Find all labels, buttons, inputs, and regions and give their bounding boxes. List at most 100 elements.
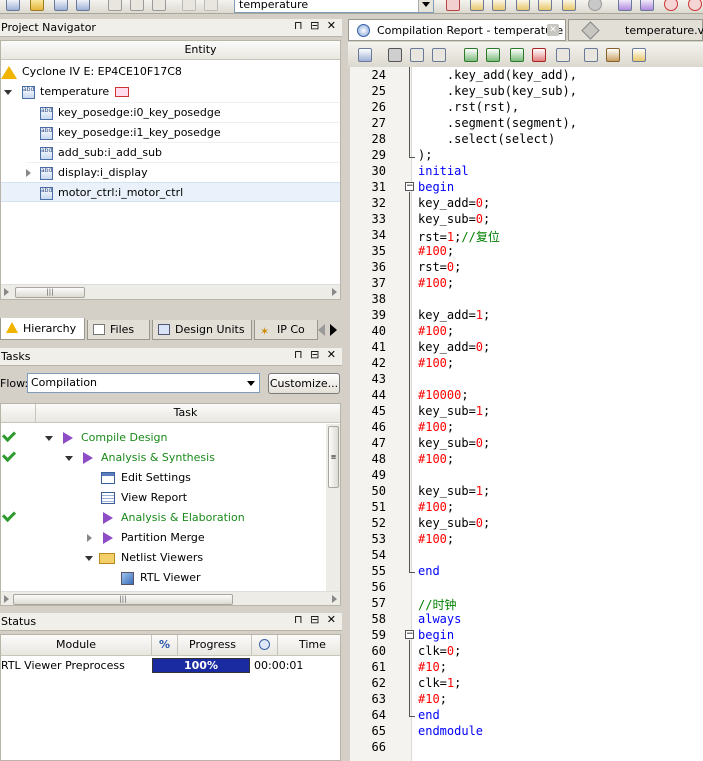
scroll-thumb[interactable]: |||: [13, 594, 233, 605]
project-navigator-tree: Entity Cyclone IV E: EP4CE10F17C8 abd tem…: [0, 40, 341, 300]
undo-icon[interactable]: [182, 0, 196, 11]
copy-icon[interactable]: [130, 0, 144, 11]
find-icon[interactable]: [388, 48, 402, 62]
code-line: clk=1;: [418, 676, 462, 690]
bookmark-clear-icon[interactable]: [532, 48, 546, 62]
expand-icon[interactable]: [4, 89, 12, 95]
paste-icon[interactable]: [152, 0, 166, 11]
tree-item[interactable]: abd display:i_display: [26, 162, 340, 182]
expand-icon[interactable]: [45, 436, 53, 441]
fold-collapse-icon[interactable]: −: [405, 182, 414, 191]
task-row[interactable]: Analysis & Elaboration: [1, 507, 326, 528]
vertical-scrollbar[interactable]: ≡: [326, 424, 340, 592]
tab-temperature-v[interactable]: temperature.v: [568, 19, 703, 41]
line-number: 61: [371, 660, 386, 674]
clock-icon[interactable]: [688, 0, 702, 11]
chip-planner-icon[interactable]: [446, 0, 460, 11]
tree-item[interactable]: abd add_sub:i_add_sub: [40, 142, 340, 162]
expand-icon[interactable]: [65, 456, 73, 461]
horizontal-scrollbar[interactable]: |||: [1, 591, 340, 605]
splitter[interactable]: [342, 15, 348, 761]
timer-icon[interactable]: [664, 0, 678, 11]
save-all-icon[interactable]: [76, 0, 90, 11]
find-replace-icon[interactable]: [410, 48, 424, 62]
time-column-header[interactable]: Time: [299, 635, 326, 655]
panel-controls[interactable]: ⊓ ⊟ ✕: [294, 348, 338, 361]
tab-ip-components[interactable]: ✶ IP Co: [254, 320, 318, 340]
bookmark-next-icon[interactable]: [486, 48, 500, 62]
device-row[interactable]: Cyclone IV E: EP4CE10F17C8: [1, 62, 182, 82]
module-column-header[interactable]: Module: [56, 635, 96, 655]
chevron-down-icon[interactable]: [247, 381, 255, 386]
tab-compilation-report[interactable]: Compilation Report - temperature ✕: [348, 19, 566, 41]
tabs-left-arrow-icon[interactable]: [318, 324, 325, 336]
document-icon[interactable]: [358, 48, 372, 62]
project-combo[interactable]: temperature: [234, 0, 434, 13]
flow-select[interactable]: Compilation: [27, 373, 260, 393]
tab-files[interactable]: Files: [87, 320, 150, 340]
tree-item[interactable]: abd key_posedge:i1_key_posedge: [40, 122, 340, 142]
task-column-header[interactable]: Task: [1, 404, 340, 423]
template-icon[interactable]: [606, 48, 620, 62]
horizontal-scrollbar[interactable]: |||: [1, 284, 340, 299]
start-compilation-icon[interactable]: [618, 0, 632, 11]
task-row[interactable]: Edit Settings: [1, 468, 326, 488]
cut-icon[interactable]: [108, 0, 122, 11]
scroll-left-icon[interactable]: [4, 595, 9, 603]
expand-icon[interactable]: [85, 556, 93, 561]
tab-design-units[interactable]: Design Units: [152, 320, 252, 340]
top-entity-row[interactable]: abd temperature: [4, 82, 130, 102]
entity-column-header[interactable]: Entity: [1, 41, 340, 60]
status-title: Status: [0, 613, 342, 631]
open-folder-icon[interactable]: [30, 0, 44, 11]
expand-icon[interactable]: [26, 169, 31, 177]
line-number: 27: [371, 116, 386, 130]
tab-hierarchy[interactable]: Hierarchy: [0, 318, 85, 340]
scroll-thumb[interactable]: ≡: [328, 426, 339, 488]
redo-icon[interactable]: [204, 0, 218, 11]
indent-icon[interactable]: [556, 48, 570, 62]
panel-controls[interactable]: ⊓ ⊟ ✕: [294, 19, 338, 32]
pencil-icon[interactable]: [470, 0, 484, 11]
scroll-left-icon[interactable]: [4, 288, 9, 296]
analysis-icon[interactable]: [640, 0, 654, 11]
fold-collapse-icon[interactable]: −: [405, 630, 414, 639]
task-label: Edit Settings: [121, 471, 191, 484]
diamond-icon[interactable]: [538, 0, 552, 11]
close-icon[interactable]: ✕: [547, 24, 559, 36]
tree-item-selected[interactable]: abd motor_ctrl:i_motor_ctrl: [1, 182, 340, 202]
task-row[interactable]: Compile Design: [1, 427, 326, 448]
bookmark-toggle-icon[interactable]: [464, 48, 478, 62]
code-line: #100;: [418, 324, 455, 338]
task-row[interactable]: Analysis & Synthesis: [1, 447, 326, 468]
tabs-right-arrow-icon[interactable]: [330, 324, 337, 336]
stop-icon[interactable]: [588, 0, 602, 11]
insert-template-icon[interactable]: [632, 48, 646, 62]
comment-icon[interactable]: [584, 48, 598, 62]
gear-diamond-icon[interactable]: [516, 0, 530, 11]
task-row[interactable]: Netlist Viewers: [1, 548, 326, 568]
task-row[interactable]: View Report: [1, 488, 326, 508]
expand-icon[interactable]: [87, 534, 92, 542]
scroll-right-icon[interactable]: [332, 288, 337, 296]
scroll-thumb[interactable]: |||: [15, 287, 85, 298]
scroll-right-icon[interactable]: [332, 595, 337, 603]
tasks-titlebar: Tasks ⊓ ⊟ ✕: [0, 348, 342, 366]
task-row[interactable]: RTL Viewer: [1, 568, 326, 588]
customize-button[interactable]: Customize...: [268, 373, 340, 394]
progress-column-header[interactable]: Progress: [189, 635, 236, 655]
new-file-icon[interactable]: [6, 0, 20, 11]
chevron-down-icon[interactable]: [418, 0, 433, 12]
wand-icon[interactable]: [492, 0, 506, 11]
goto-icon[interactable]: [432, 48, 446, 62]
percent-column-header[interactable]: %: [159, 635, 170, 655]
code-line: rst=1;//复位: [418, 230, 500, 244]
timing-icon[interactable]: [562, 0, 576, 11]
bookmark-prev-icon[interactable]: [510, 48, 524, 62]
save-icon[interactable]: [54, 0, 68, 11]
panel-controls[interactable]: ⊓ ⊟ ✕: [294, 613, 338, 626]
folder-icon: [99, 552, 115, 564]
task-row[interactable]: Partition Merge: [1, 528, 326, 548]
play-icon: [103, 532, 113, 544]
tree-item[interactable]: abd key_posedge:i0_key_posedge: [40, 102, 340, 122]
